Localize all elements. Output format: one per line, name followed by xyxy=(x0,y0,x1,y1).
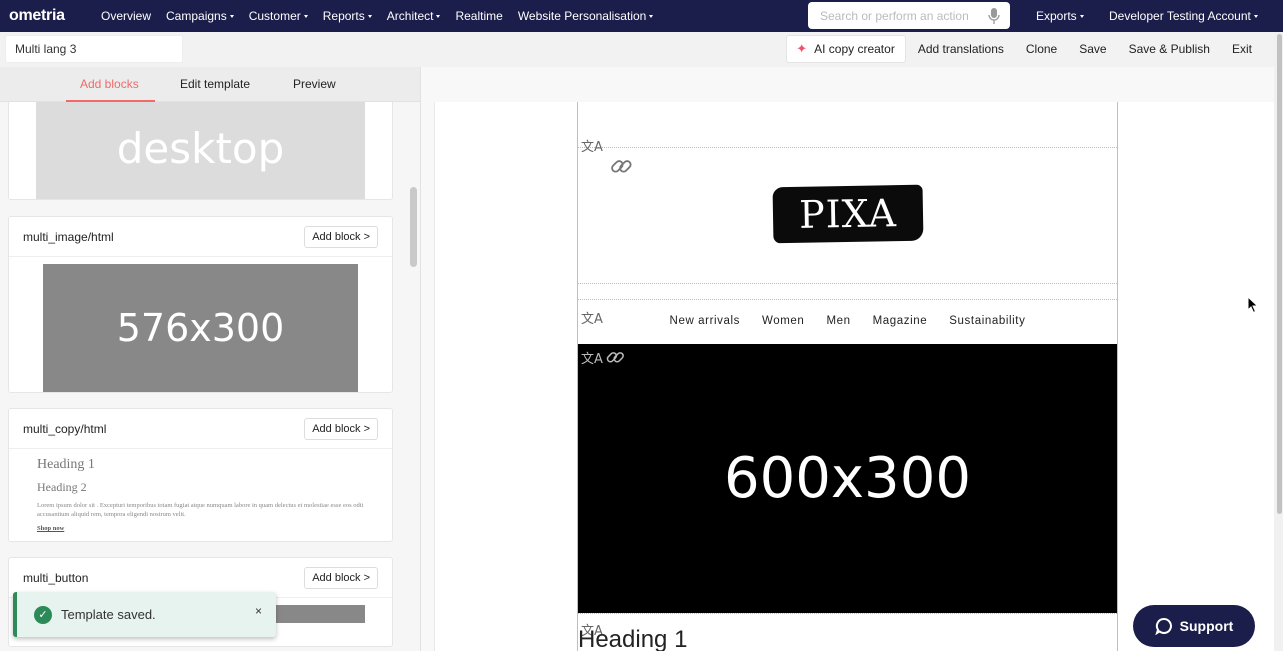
add-translations-button[interactable]: Add translations xyxy=(918,42,1004,56)
block-title: multi_button xyxy=(23,571,89,585)
save-publish-button[interactable]: Save & Publish xyxy=(1129,42,1210,56)
add-block-button[interactable]: Add block > xyxy=(304,226,378,248)
add-block-button[interactable]: Add block > xyxy=(304,418,378,440)
link-icon[interactable] xyxy=(604,346,626,368)
sparkle-icon: ✦ xyxy=(796,41,808,56)
success-toast: ✓ Template saved. × xyxy=(13,592,276,637)
tab-preview[interactable]: Preview xyxy=(293,77,336,91)
section-divider xyxy=(578,613,1117,614)
nav-website-personalisation[interactable]: Website Personalisation xyxy=(518,9,654,23)
block-card-multi-copy: multi_copy/html Add block > Heading 1 He… xyxy=(8,408,393,542)
template-name-field[interactable]: Multi lang 3 xyxy=(5,35,183,63)
support-label: Support xyxy=(1179,618,1234,634)
search-input[interactable]: Search or perform an action xyxy=(808,2,1010,29)
desktop-preview-image: desktop xyxy=(36,102,365,199)
brand-logo: PIXA xyxy=(772,184,924,244)
preview-body-text: Lorem ipsum dolor sit . Excepturi tempor… xyxy=(37,502,364,518)
chevron-down-icon xyxy=(1079,14,1084,18)
nav-label: Website Personalisation xyxy=(517,9,647,23)
nav-label: Overview xyxy=(101,9,152,23)
support-button[interactable]: Support xyxy=(1133,605,1255,647)
translate-icon[interactable]: 文A xyxy=(581,136,603,155)
email-nav-menu: New arrivals Women Men Magazine Sustaina… xyxy=(578,315,1117,327)
page-scrollbar-thumb[interactable] xyxy=(1277,34,1282,514)
email-nav-item[interactable]: Women xyxy=(762,315,804,327)
panel-tabs: Add blocks Edit template Preview xyxy=(0,67,420,102)
tab-add-blocks[interactable]: Add blocks xyxy=(80,77,139,91)
chevron-down-icon xyxy=(1253,14,1258,18)
top-nav: ometria Overview Campaigns Customer Repo… xyxy=(0,0,1283,32)
block-card-desktop: desktop xyxy=(8,102,393,200)
exit-button[interactable]: Exit xyxy=(1232,42,1252,56)
save-button[interactable]: Save xyxy=(1079,42,1106,56)
ai-copy-creator-button[interactable]: ✦ AI copy creator xyxy=(786,35,906,63)
account-label: Developer Testing Account xyxy=(1109,9,1251,23)
block-card-header: multi_image/html Add block > xyxy=(9,217,392,257)
nav-campaigns[interactable]: Campaigns xyxy=(166,9,234,23)
toolbar-actions: ✦ AI copy creator Add translations Clone… xyxy=(786,35,1252,63)
chevron-down-icon xyxy=(649,14,654,18)
brand-logo-text: PIXA xyxy=(798,191,898,237)
chevron-down-icon xyxy=(436,14,441,18)
nav-customer[interactable]: Customer xyxy=(249,9,308,23)
email-nav-item[interactable]: New arrivals xyxy=(670,315,740,327)
nav-realtime[interactable]: Realtime xyxy=(455,9,502,23)
nav-label: Customer xyxy=(248,9,301,23)
account-menu[interactable]: Developer Testing Account xyxy=(1109,0,1258,32)
blocks-panel: Add blocks Edit template Preview desktop… xyxy=(0,67,421,651)
clone-button[interactable]: Clone xyxy=(1026,42,1057,56)
nav-label: Exports xyxy=(1036,9,1077,23)
nav-overview[interactable]: Overview xyxy=(101,9,151,23)
panel-scrollbar-thumb[interactable] xyxy=(410,187,417,267)
preview-shop-link: Shop now xyxy=(37,525,65,532)
email-preview[interactable]: 文A PIXA 文A New arrivals Women Men Magazi… xyxy=(577,102,1118,651)
nav-label: Campaigns xyxy=(166,9,227,23)
mouse-cursor-icon xyxy=(1247,296,1259,314)
email-heading[interactable]: Heading 1 xyxy=(578,626,687,651)
block-card-multi-image: multi_image/html Add block > 576x300 xyxy=(8,216,393,393)
editor-toolbar: Multi lang 3 ✦ AI copy creator Add trans… xyxy=(0,32,1283,67)
block-card-header: multi_copy/html Add block > xyxy=(9,409,392,449)
section-divider xyxy=(578,283,1117,284)
chevron-down-icon xyxy=(303,14,308,18)
translate-icon[interactable]: 文A xyxy=(581,348,603,367)
email-nav-item[interactable]: Sustainability xyxy=(949,315,1025,327)
email-nav-item[interactable]: Men xyxy=(826,315,850,327)
chat-bubble-icon xyxy=(1154,617,1172,635)
nav-exports[interactable]: Exports xyxy=(1036,0,1084,32)
section-divider xyxy=(578,299,1117,300)
section-divider xyxy=(578,147,1117,148)
chevron-down-icon xyxy=(367,14,372,18)
preview-heading-2: Heading 2 xyxy=(37,480,87,494)
block-title: multi_copy/html xyxy=(23,422,107,436)
hero-image: 600x300 xyxy=(578,344,1117,613)
block-title: multi_image/html xyxy=(23,230,114,244)
nav-label: Architect xyxy=(386,9,434,23)
nav-reports[interactable]: Reports xyxy=(323,9,372,23)
chevron-down-icon xyxy=(229,14,234,18)
add-block-button[interactable]: Add block > xyxy=(304,567,378,589)
link-icon[interactable] xyxy=(608,153,634,179)
panel-scrollbar[interactable] xyxy=(407,102,419,651)
search-placeholder: Search or perform an action xyxy=(820,8,969,23)
ometria-logo[interactable]: ometria xyxy=(9,7,89,25)
blocks-list[interactable]: desktop multi_image/html Add block > 576… xyxy=(0,102,404,651)
tab-edit-template[interactable]: Edit template xyxy=(180,77,250,91)
nav-architect[interactable]: Architect xyxy=(387,9,441,23)
multi-image-preview: 576x300 xyxy=(43,264,358,392)
preview-heading-1: Heading 1 xyxy=(37,457,95,472)
microphone-icon[interactable] xyxy=(986,7,1002,25)
check-circle-icon: ✓ xyxy=(34,605,52,624)
ai-copy-creator-label: AI copy creator xyxy=(814,42,895,56)
toast-message: Template saved. xyxy=(61,607,156,622)
close-icon[interactable]: × xyxy=(255,604,262,618)
email-nav-item[interactable]: Magazine xyxy=(873,315,928,327)
nav-label: Reports xyxy=(322,9,365,23)
nav-label: Realtime xyxy=(455,9,503,23)
